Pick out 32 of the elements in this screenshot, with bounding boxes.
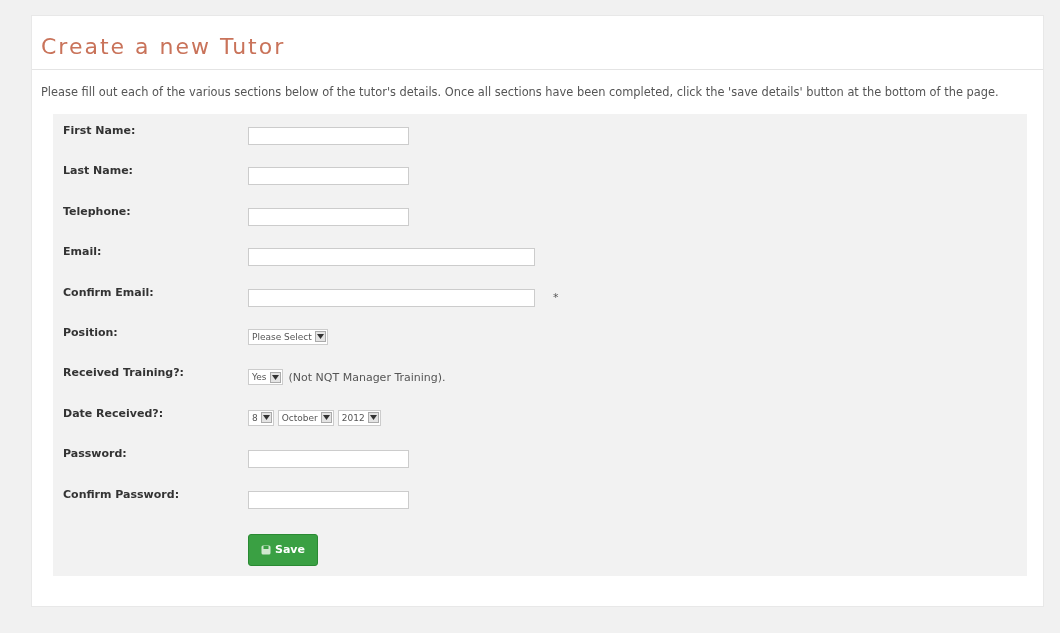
select-dropdown[interactable]: 8 (248, 409, 274, 426)
input-field[interactable] (248, 127, 409, 145)
select-dropdown[interactable]: October (277, 409, 334, 426)
field-label: First Name: (63, 123, 137, 137)
input-field[interactable] (248, 248, 535, 267)
dropdown-arrow-icon (269, 371, 281, 383)
note-text: (Not NQT Manager Training). (288, 370, 446, 384)
field-label: Received Training?: (63, 365, 186, 380)
field-label: Position: (63, 324, 119, 339)
input-field[interactable] (248, 450, 409, 469)
input-field[interactable] (248, 490, 409, 509)
select-dropdown[interactable]: Yes (248, 369, 283, 386)
field-label: Telephone: (63, 203, 132, 218)
select-dropdown[interactable]: 2012 (337, 409, 381, 426)
dropdown-arrow-icon (367, 412, 379, 424)
save-icon (261, 544, 271, 555)
field-label: Password: (63, 446, 128, 461)
input-field[interactable] (248, 288, 535, 307)
field-label: Email: (63, 244, 103, 259)
field-label: Confirm Password: (63, 486, 181, 501)
input-field[interactable] (248, 207, 409, 226)
input-field[interactable] (248, 167, 409, 186)
dropdown-arrow-icon (320, 412, 332, 424)
field-label: Confirm Email: (63, 284, 155, 299)
intro-text: Please fill out each of the various sections below of the tutor's details. Once all sections have been completed, click the 'save details' button at the bottom of the page. (40, 84, 1000, 101)
select-dropdown[interactable]: Please Select (248, 328, 328, 345)
page-title: Create a new Tutor (40, 33, 287, 61)
field-label: Last Name: (63, 163, 135, 178)
note-text: * (553, 291, 559, 305)
field-label: Date Received?: (63, 405, 165, 420)
dropdown-arrow-icon (314, 331, 326, 343)
dropdown-arrow-icon (260, 412, 272, 424)
